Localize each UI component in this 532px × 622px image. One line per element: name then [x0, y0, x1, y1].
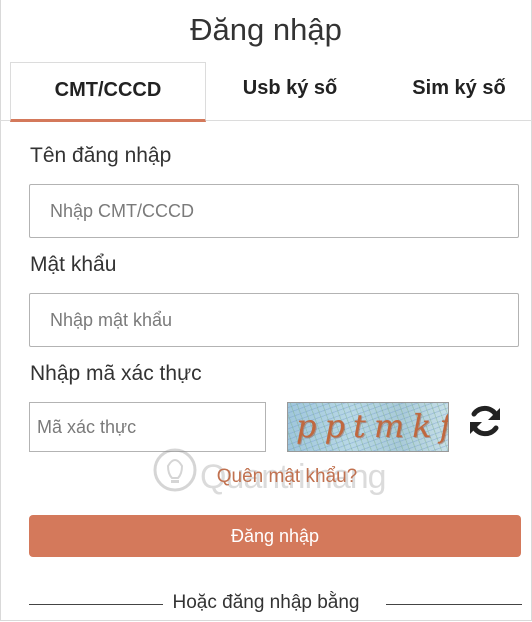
alt-login-label: Hoặc đăng nhập bằng: [172, 592, 360, 613]
password-label: Mật khẩu: [30, 253, 117, 276]
captcha-text: pptmkf: [296, 407, 449, 445]
refresh-icon: [470, 405, 500, 437]
username-label: Tên đăng nhập: [30, 144, 172, 167]
password-input[interactable]: [29, 293, 519, 347]
tab-cmt-cccd[interactable]: CMT/CCCD: [10, 62, 206, 122]
captcha-image: pptmkf: [287, 402, 449, 452]
tab-usb-ky-so[interactable]: Usb ký số: [222, 62, 358, 118]
tab-label: Sim ký số: [412, 77, 506, 99]
tab-sim-ky-so[interactable]: Sim ký số: [396, 62, 522, 118]
forgot-password-link[interactable]: Quên mật khẩu?: [0, 466, 532, 488]
refresh-captcha-button[interactable]: [466, 402, 504, 440]
captcha-input[interactable]: [29, 402, 266, 452]
login-button[interactable]: Đăng nhập: [29, 515, 521, 557]
tab-label: CMT/CCCD: [54, 79, 162, 101]
divider-right: [386, 604, 522, 605]
captcha-label: Nhập mã xác thực: [30, 362, 202, 385]
page-title: Đăng nhập: [190, 12, 342, 47]
tab-label: Usb ký số: [242, 77, 338, 99]
login-tabs: CMT/CCCD Usb ký số Sim ký số: [0, 62, 532, 122]
username-input[interactable]: [29, 184, 519, 238]
